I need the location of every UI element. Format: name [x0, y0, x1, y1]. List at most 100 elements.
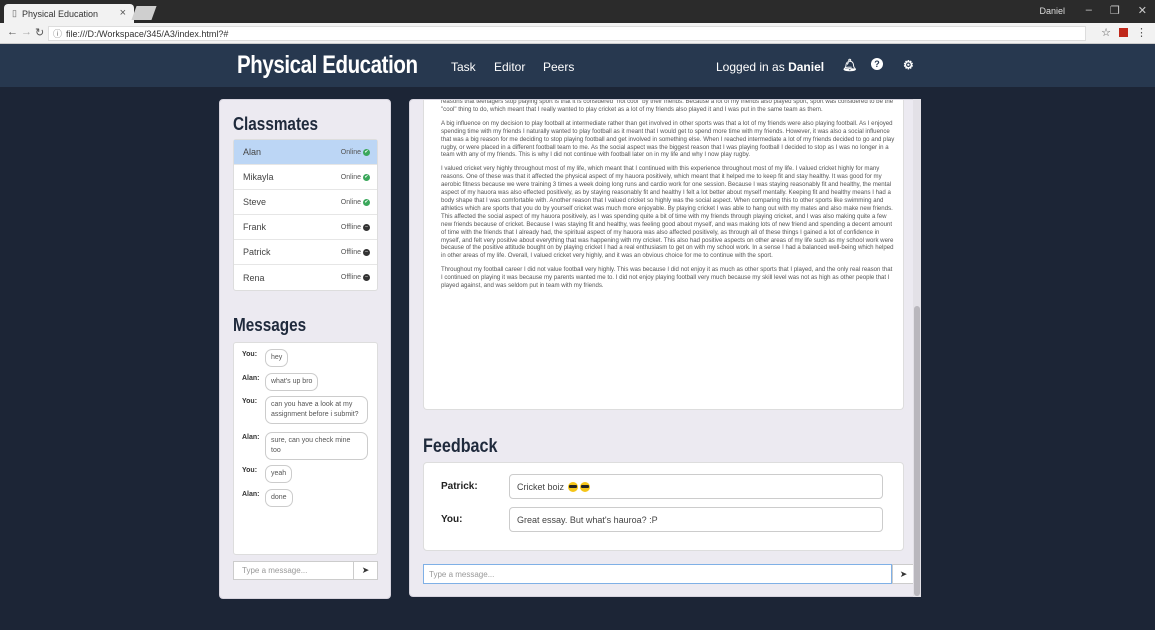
classmate-row[interactable]: Rena Offline –	[234, 265, 377, 290]
sunglasses-emoji-icon	[580, 481, 591, 492]
message-item: Alan: what's up bro	[242, 373, 319, 391]
offline-icon: –	[363, 274, 370, 281]
message-sender: You:	[242, 398, 258, 405]
message-item: Alan: sure, can you check mine too	[242, 432, 368, 460]
address-bar[interactable]: ⓘ file:///D:/Workspace/345/A3/index.html…	[48, 26, 1086, 41]
brand-title[interactable]: Physical Education	[237, 51, 418, 80]
menu-kebab-icon[interactable]: ⋮	[1136, 26, 1147, 39]
reload-icon[interactable]: ↻	[35, 26, 44, 39]
message-item: You: hey	[242, 349, 289, 367]
back-arrow-icon[interactable]: ←	[7, 26, 18, 38]
feedback-text: Cricket boiz	[517, 481, 565, 492]
page-icon: ▯	[12, 8, 17, 18]
message-bubble: done	[265, 489, 293, 507]
bell-icon[interactable]: 🔔︎	[842, 58, 857, 72]
essay-viewer[interactable]: reasons that teenagers stop playing spor…	[423, 100, 904, 410]
classmate-status: Online	[340, 173, 361, 181]
extension-icon[interactable]	[1119, 28, 1128, 37]
message-sender: Alan:	[242, 434, 260, 441]
classmate-row[interactable]: Alan Online ✔	[234, 140, 377, 165]
close-tab-icon[interactable]: ×	[120, 7, 126, 19]
send-icon[interactable]: ➤	[353, 562, 377, 579]
maximize-icon[interactable]: ❐	[1110, 4, 1120, 17]
nav-link-task[interactable]: Task	[451, 60, 476, 74]
classmate-name: Frank	[243, 222, 267, 232]
tab-title: Physical Education	[21, 8, 98, 19]
nav-link-editor[interactable]: Editor	[494, 60, 525, 74]
feedback-text-box: Great essay. But what's hauroa? :P	[509, 507, 883, 532]
classmate-name: Steve	[243, 197, 267, 207]
browser-profile[interactable]: Daniel	[1039, 6, 1065, 16]
feedback-input-placeholder: Type a message...	[429, 569, 495, 579]
feedback-text-box: Cricket boiz	[509, 474, 883, 499]
essay-paragraph: Throughout my football career I did not …	[441, 266, 893, 290]
message-bubble: yeah	[265, 465, 293, 483]
classmate-row[interactable]: Frank Offline –	[234, 215, 377, 240]
classmate-name: Alan	[243, 147, 262, 157]
logged-in-label: Logged in as	[716, 60, 785, 74]
feedback-input[interactable]: Type a message...	[423, 564, 892, 584]
message-item: You: yeah	[242, 465, 293, 483]
bookmark-star-icon[interactable]: ☆	[1101, 26, 1111, 39]
nav-link-peers[interactable]: Peers	[543, 60, 574, 74]
feedback-title: Feedback	[423, 436, 498, 457]
send-icon[interactable]: ➤	[892, 564, 915, 584]
message-sender: Alan:	[242, 491, 260, 498]
classmate-status: Offline	[340, 274, 361, 281]
feedback-text: Great essay. But what's hauroa? :P	[517, 514, 658, 525]
user-name: Daniel	[788, 60, 825, 74]
classmate-row[interactable]: Patrick Offline –	[234, 240, 377, 265]
feedback-author: You:	[441, 514, 463, 525]
logged-in-status: Logged in as Daniel	[716, 60, 824, 74]
message-bubble: hey	[265, 349, 289, 367]
classmate-status: Offline	[340, 223, 361, 231]
sidebar-panel: Classmates Alan Online ✔ Mikayla Online ✔ …	[219, 99, 391, 599]
message-input-placeholder: Type a message...	[242, 566, 308, 575]
close-window-icon[interactable]: ✕	[1138, 4, 1147, 17]
gear-icon[interactable]: ⚙	[903, 58, 914, 72]
offline-icon: –	[363, 248, 370, 256]
feedback-author: Patrick:	[441, 481, 478, 492]
browser-toolbar: ← → ↻ ⓘ file:///D:/Workspace/345/A3/inde…	[0, 23, 1155, 44]
browser-tab[interactable]: ▯ Physical Education ×	[4, 4, 134, 23]
classmate-name: Mikayla	[243, 172, 274, 182]
classmate-name: Patrick	[243, 247, 271, 257]
classmate-name: Rena	[243, 272, 265, 283]
offline-icon: –	[363, 223, 370, 231]
classmate-status: Offline	[340, 248, 361, 256]
forward-arrow-icon[interactable]: →	[21, 26, 32, 38]
browser-tabstrip: ▯ Physical Education × Daniel – ❐ ✕	[0, 0, 1155, 23]
help-icon[interactable]: ?	[871, 58, 883, 70]
message-item: You: can you have a look at my assignmen…	[242, 396, 368, 424]
app-navbar: Physical Education Task Editor Peers Log…	[0, 44, 1155, 87]
message-bubble: what's up bro	[265, 373, 319, 391]
message-input[interactable]: Type a message... ➤	[233, 561, 378, 580]
online-check-icon: ✔	[363, 198, 370, 206]
messages-title: Messages	[233, 315, 307, 335]
message-bubble: sure, can you check mine too	[265, 432, 368, 460]
classmates-title: Classmates	[233, 114, 319, 134]
message-sender: Alan:	[242, 375, 260, 382]
feedback-item: Patrick: Cricket boiz	[441, 474, 883, 499]
classmate-row[interactable]: Mikayla Online ✔	[234, 165, 377, 190]
classmate-row[interactable]: Steve Online ✔	[234, 190, 377, 215]
classmates-list: Alan Online ✔ Mikayla Online ✔ Steve Onlin…	[233, 139, 378, 291]
sunglasses-emoji-icon	[568, 481, 579, 492]
main-panel: reasons that teenagers stop playing spor…	[409, 99, 921, 597]
classmate-status: Online	[340, 148, 361, 156]
message-sender: You:	[242, 351, 258, 358]
new-tab-button[interactable]	[131, 6, 157, 20]
essay-paragraph: I valued cricket very highly throughout …	[441, 165, 894, 260]
messages-thread: You: hey Alan: what's up bro You: can yo…	[233, 342, 378, 555]
message-sender: You:	[242, 467, 258, 474]
feedback-list: Patrick: Cricket boiz You: Great essay. …	[423, 462, 904, 551]
message-bubble: can you have a look at my assignment bef…	[265, 396, 368, 424]
essay-scrollbar-thumb[interactable]	[914, 306, 920, 596]
message-item: Alan: done	[242, 489, 293, 507]
classmate-status: Online	[340, 198, 361, 206]
essay-paragraph: reasons that teenagers stop playing spor…	[441, 100, 894, 113]
essay-paragraph: A big influence on my decision to play f…	[441, 119, 895, 159]
online-check-icon: ✔	[363, 148, 370, 156]
info-icon[interactable]: ⓘ	[53, 27, 62, 40]
minimize-icon[interactable]: –	[1086, 4, 1092, 17]
